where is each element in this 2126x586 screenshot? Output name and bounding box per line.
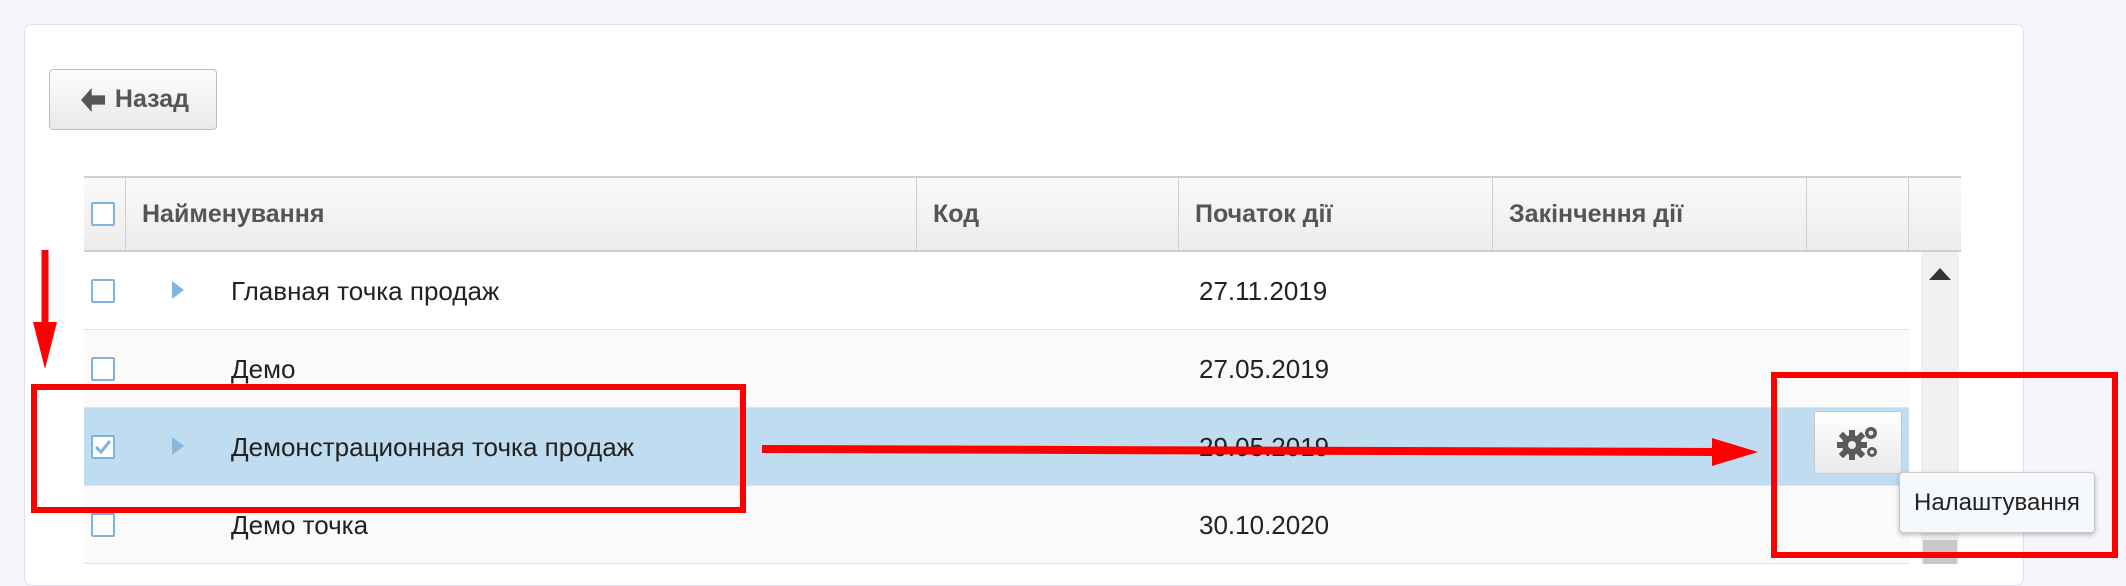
arrow-left-icon [80, 87, 105, 112]
row-start-date: 27.11.2019 [1199, 276, 1328, 306]
expand-arrow-icon[interactable] [172, 281, 184, 299]
select-all-cell [84, 178, 126, 250]
table-row[interactable]: Главная точка продаж 27.11.2019 [84, 252, 1909, 330]
back-button[interactable]: Назад [49, 69, 217, 130]
column-header-actions [1807, 178, 1909, 250]
row-start-date: 27.05.2019 [1199, 354, 1330, 384]
row-checkbox[interactable] [91, 279, 115, 303]
column-header-code[interactable]: Код [917, 178, 1179, 250]
row-start-date: 29.05.2019 [1199, 432, 1330, 462]
select-all-checkbox[interactable] [91, 202, 115, 226]
row-start-date: 30.10.2020 [1199, 510, 1330, 540]
scroll-up-arrow-icon[interactable] [1929, 268, 1951, 280]
grid-header: Найменування Код Початок дії Закінчення … [84, 176, 1961, 252]
back-button-label: Назад [114, 85, 190, 113]
column-header-start[interactable]: Початок дії [1179, 178, 1493, 250]
annotation-box-settings [1771, 372, 2118, 558]
row-checkbox[interactable] [91, 513, 115, 537]
row-name: Главная точка продаж [231, 276, 500, 306]
row-checkbox[interactable] [91, 357, 115, 381]
column-header-name[interactable]: Найменування [126, 178, 917, 250]
column-header-end[interactable]: Закінчення дії [1493, 178, 1807, 250]
annotation-box-row [31, 384, 746, 513]
